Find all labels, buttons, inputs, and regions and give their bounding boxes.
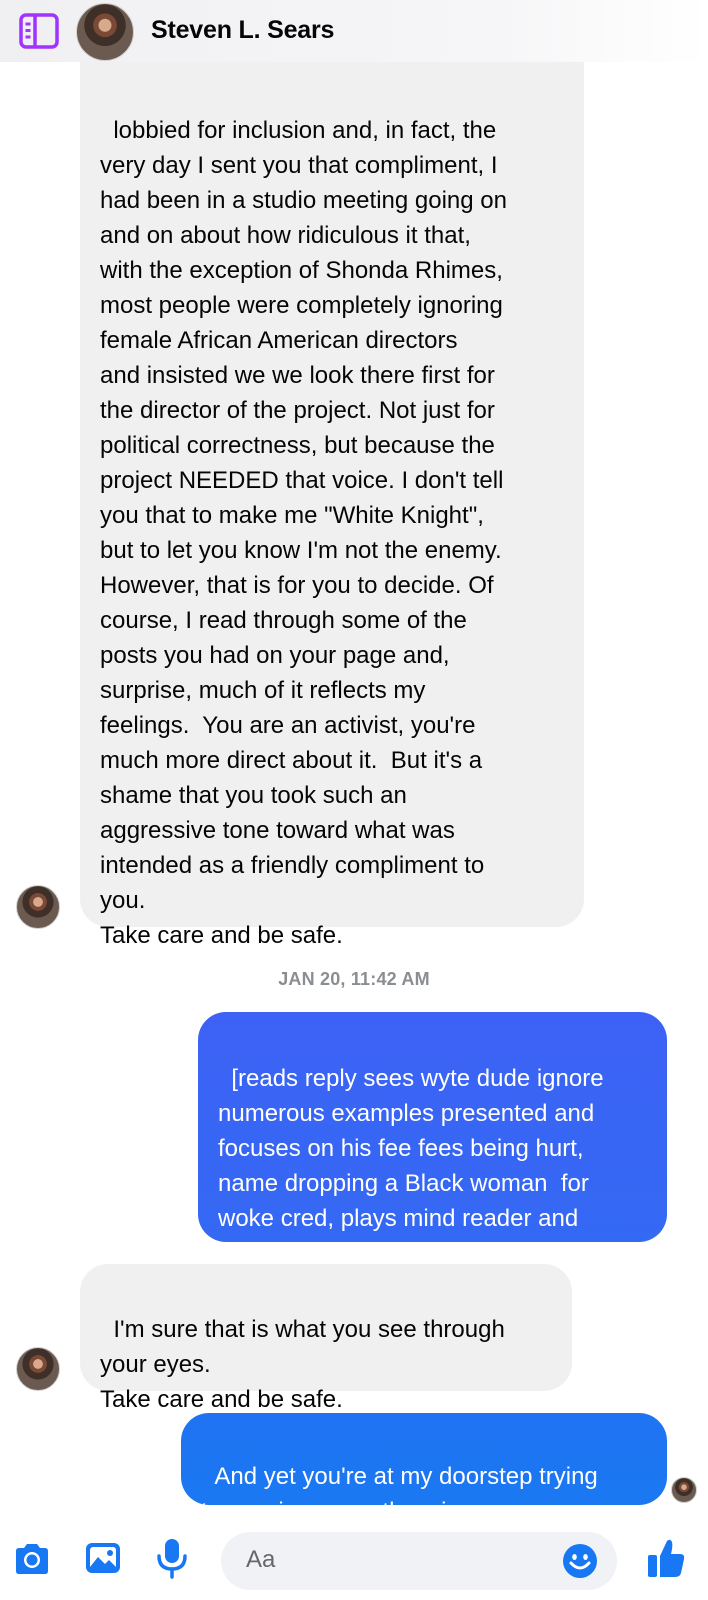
photo-icon[interactable]	[83, 1539, 123, 1577]
contact-name[interactable]: Steven L. Sears	[151, 16, 334, 45]
message-timestamp: JAN 20, 11:42 AM	[278, 969, 430, 989]
outgoing-message-bubble[interactable]: [reads reply sees wyte dude ignore numer…	[198, 1012, 667, 1267]
read-receipt-avatar	[671, 1477, 697, 1503]
contact-message-avatar[interactable]	[16, 1347, 60, 1391]
message-input[interactable]: Aa	[221, 1532, 617, 1590]
emoji-icon[interactable]	[562, 1543, 598, 1579]
thumbs-up-icon[interactable]	[646, 1537, 686, 1579]
contact-message-avatar[interactable]	[16, 885, 60, 929]
message-composer: Aa	[0, 1523, 708, 1600]
conversation-header: Steven L. Sears	[0, 0, 708, 62]
message-input-placeholder: Aa	[246, 1546, 276, 1573]
incoming-message-bubble[interactable]: I'm sure that is what you see through yo…	[80, 1264, 572, 1413]
message-text: [reads reply sees wyte dude ignore numer…	[218, 1065, 604, 1267]
contact-avatar[interactable]	[76, 3, 134, 61]
microphone-icon[interactable]	[154, 1537, 190, 1579]
camera-icon[interactable]	[12, 1541, 52, 1577]
message-text: lobbied for inclusion and, in fact, the …	[100, 117, 507, 949]
outgoing-message-bubble[interactable]: And yet you're at my doorstep trying to …	[181, 1413, 667, 1525]
message-text: I'm sure that is what you see through yo…	[100, 1316, 505, 1413]
incoming-message-bubble[interactable]: lobbied for inclusion and, in fact, the …	[80, 34, 584, 949]
sidebar-panel-icon[interactable]	[18, 11, 60, 51]
message-text: And yet you're at my doorstep trying to …	[201, 1463, 598, 1525]
